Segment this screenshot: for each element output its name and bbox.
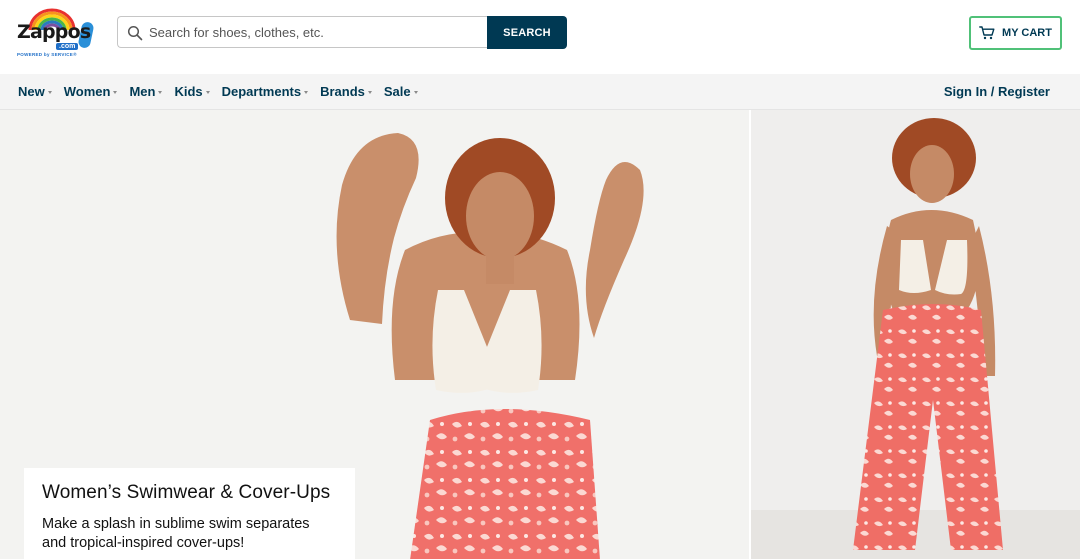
my-cart-label: MY CART xyxy=(1002,27,1052,39)
nav-item-men[interactable]: Men xyxy=(129,84,163,99)
nav-item-label: Brands xyxy=(320,84,365,99)
nav-item-departments[interactable]: Departments xyxy=(221,84,309,99)
nav-item-label: Women xyxy=(63,84,111,99)
logo-tagline: POWERED by SERVICE® xyxy=(17,52,77,57)
nav-item-women[interactable]: Women xyxy=(64,84,118,99)
nav-menu: New Women Men Kids Departments Brands Sa… xyxy=(18,74,430,109)
nav-item-label: Men xyxy=(129,84,156,99)
zappos-logo[interactable]: Zappos .com POWERED by SERVICE® xyxy=(14,8,95,58)
site-header: Zappos .com POWERED by SERVICE® SEARCH M… xyxy=(0,0,1080,74)
chevron-down-icon xyxy=(158,90,163,94)
search-box xyxy=(117,16,487,48)
chevron-down-icon xyxy=(113,90,118,94)
chevron-down-icon xyxy=(367,90,372,94)
nav-item-sale[interactable]: Sale xyxy=(384,84,418,99)
model-photo-full-body xyxy=(751,110,1080,559)
hero-side-image[interactable] xyxy=(751,110,1080,559)
logo-wordmark: Zappos xyxy=(17,21,91,43)
nav-item-label: New xyxy=(18,84,45,99)
chevron-down-icon xyxy=(205,90,210,94)
sign-in-register-link[interactable]: Sign In / Register xyxy=(944,74,1050,109)
nav-item-label: Sale xyxy=(383,84,411,99)
search-button[interactable]: SEARCH xyxy=(487,16,567,49)
my-cart-button[interactable]: MY CART xyxy=(969,16,1062,50)
hero-subtitle: Make a splash in sublime swim separates … xyxy=(42,516,310,551)
logo-dotcom: .com xyxy=(56,43,79,50)
chevron-down-icon xyxy=(304,90,309,94)
chevron-down-icon xyxy=(47,90,52,94)
search-icon xyxy=(127,25,143,41)
hero-caption-card[interactable]: Women’s Swimwear & Cover-Ups Make a spla… xyxy=(24,468,355,559)
cart-icon xyxy=(979,26,995,40)
nav-item-kids[interactable]: Kids xyxy=(174,84,210,99)
nav-item-label: Kids xyxy=(174,84,203,99)
search-input[interactable] xyxy=(149,17,479,47)
nav-item-label: Departments xyxy=(221,84,302,99)
main-nav: New Women Men Kids Departments Brands Sa… xyxy=(0,74,1080,110)
chevron-down-icon xyxy=(413,90,418,94)
nav-item-brands[interactable]: Brands xyxy=(320,84,372,99)
hero-title: Women’s Swimwear & Cover-Ups xyxy=(42,482,331,503)
nav-item-new[interactable]: New xyxy=(18,84,52,99)
